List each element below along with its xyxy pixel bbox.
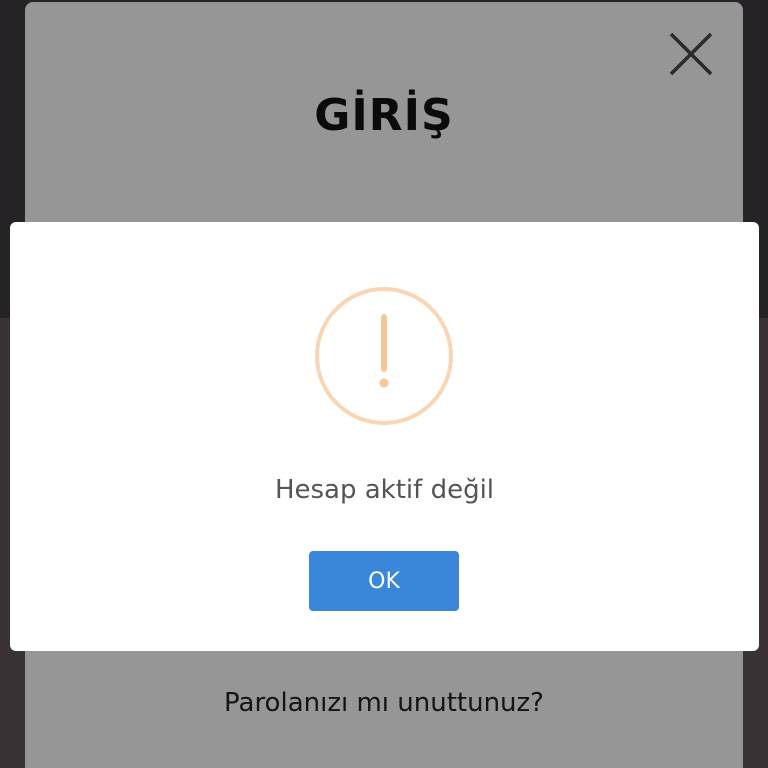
login-title: GİRİŞ: [314, 90, 454, 141]
ok-button[interactable]: OK: [309, 551, 459, 611]
warning-icon: [315, 287, 453, 425]
alert-message: Hesap aktif değil: [274, 475, 495, 505]
forgot-password-link[interactable]: Parolanızı mı unuttunuz?: [25, 688, 743, 718]
close-icon[interactable]: [667, 30, 715, 78]
alert-dialog: Hesap aktif değil OK: [10, 222, 759, 651]
